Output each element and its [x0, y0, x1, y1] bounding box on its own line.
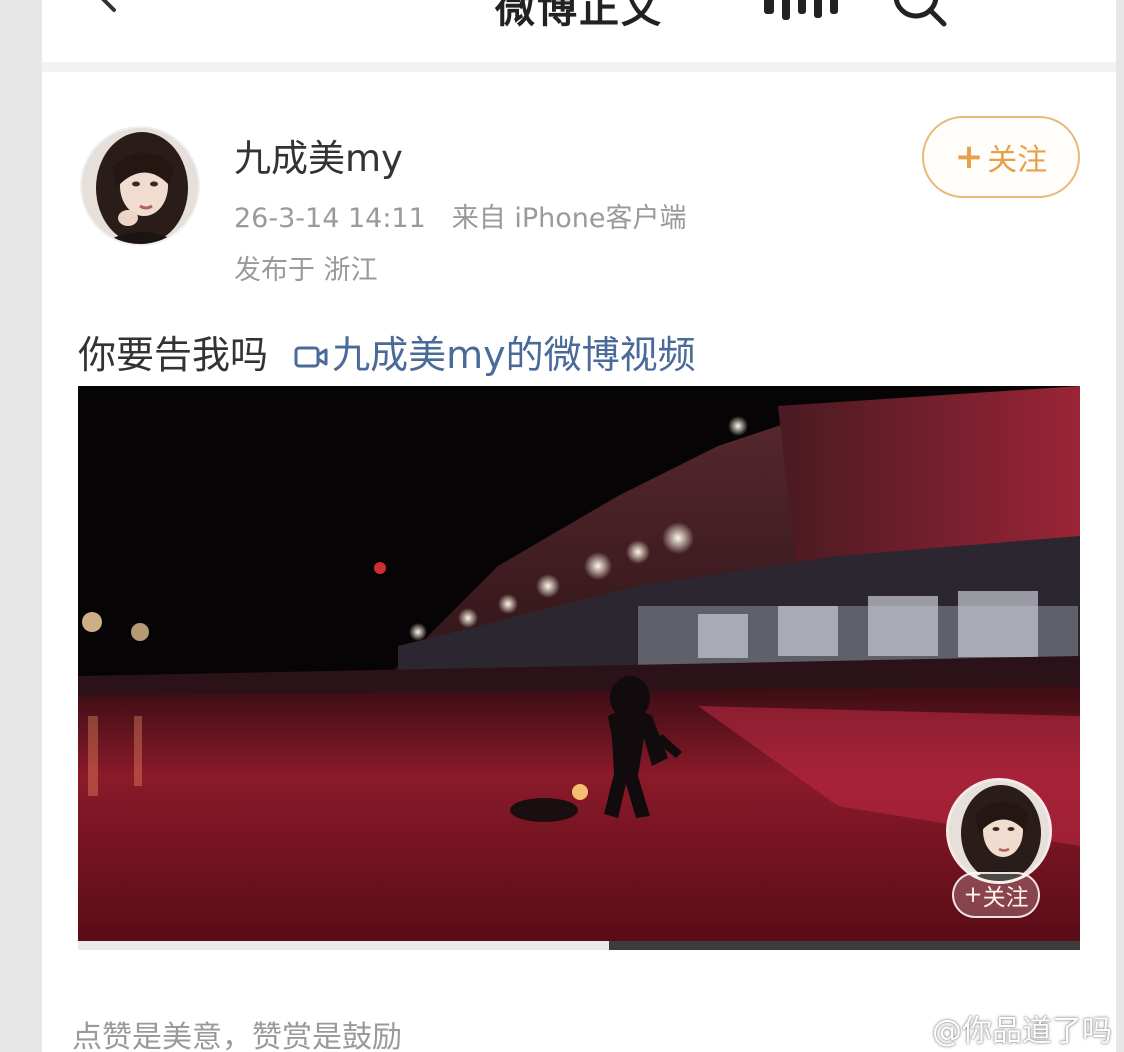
post-location: 发布于 浙江: [234, 255, 378, 286]
post-meta: 26-3-14 14:11 来自 iPhone客户端: [234, 196, 687, 235]
more-icon[interactable]: [1000, 0, 1060, 8]
video-player[interactable]: [78, 386, 1080, 942]
video-progress-fill: [78, 941, 610, 950]
weibo-logo-icon: [888, 1015, 925, 1043]
post-body: 你要告我吗: [78, 333, 269, 377]
phone-screen: 微博正文 九成美my 26-3-14 14:11 来自 iPhone客户端 发布…: [42, 0, 1116, 1052]
page-title: 微博正文: [495, 0, 663, 32]
video-avatar-photo: [949, 781, 1049, 881]
video-link-label: 九成美my的微博视频: [332, 333, 696, 377]
post-source: 来自 iPhone客户端: [451, 203, 687, 234]
video-camera-icon: [294, 346, 328, 368]
video-frame: [78, 386, 1080, 942]
search-icon[interactable]: [890, 0, 950, 28]
follow-button[interactable]: + 关注: [922, 116, 1080, 198]
reward-caption: 点赞是美意，赞赏是鼓励: [72, 1020, 402, 1052]
video-link[interactable]: 九成美my的微博视频: [294, 333, 696, 377]
weibo-watermark: @你品道了吗: [888, 1006, 1112, 1050]
video-progress-bar[interactable]: [78, 941, 1080, 950]
screenshot-stage: 微博正文 九成美my 26-3-14 14:11 来自 iPhone客户端 发布…: [0, 0, 1124, 1052]
video-avatar[interactable]: [946, 778, 1052, 884]
top-nav-bar: 微博正文: [42, 0, 1116, 72]
plus-icon: +: [963, 882, 983, 908]
avatar-photo: [82, 128, 198, 244]
plus-icon: +: [954, 137, 984, 177]
watermark-text: @你品道了吗: [932, 1014, 1112, 1049]
video-follow-button[interactable]: + 关注: [952, 872, 1040, 918]
video-follow-label: 关注: [982, 885, 1029, 911]
post-text: 你要告我吗 九成美my的微博视频: [78, 324, 696, 379]
frame-border-left: [0, 0, 42, 1052]
follow-label: 关注: [987, 143, 1048, 178]
avatar[interactable]: [80, 126, 200, 246]
username[interactable]: 九成美my: [234, 128, 403, 182]
post-date: 26-3-14 14:11: [234, 203, 426, 234]
waveform-icon[interactable]: [760, 0, 842, 22]
frame-border-right: [1116, 0, 1124, 1052]
